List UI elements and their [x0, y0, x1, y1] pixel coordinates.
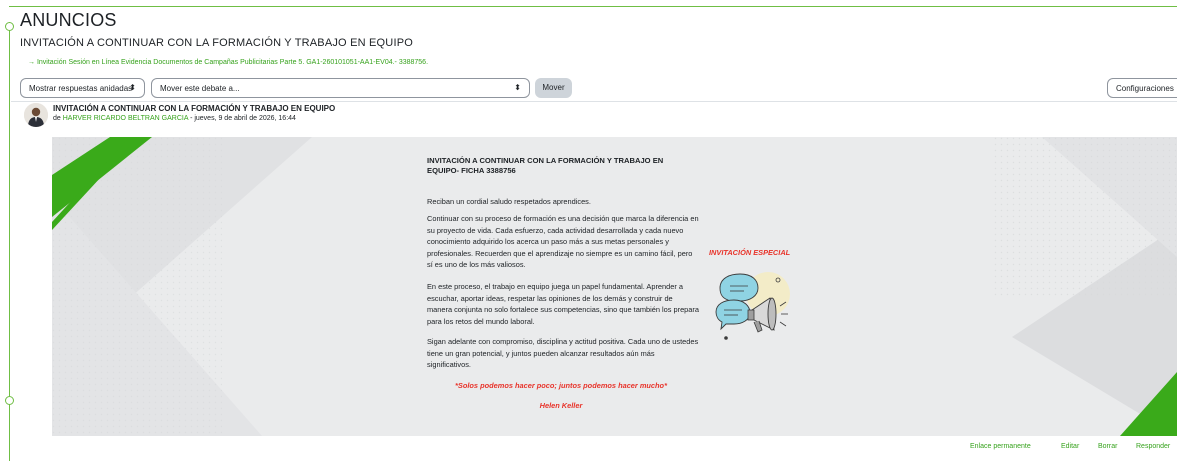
- special-invitation-label: INVITACIÓN ESPECIAL: [709, 248, 791, 257]
- discussion-title: INVITACIÓN A CONTINUAR CON LA FORMACIÓN …: [20, 37, 413, 49]
- move-discussion-select[interactable]: Mover este debate a... ⬍: [151, 78, 530, 98]
- quote-author: Helen Keller: [539, 401, 583, 410]
- tracking-dot-top: [5, 22, 14, 31]
- reply-link[interactable]: Responder: [1136, 443, 1170, 450]
- post-date: - jueves, 9 de abril de 2026, 16:44: [188, 115, 296, 122]
- delete-link[interactable]: Borrar: [1098, 443, 1117, 450]
- divider: [11, 101, 1177, 102]
- byline-prefix: de: [53, 115, 63, 122]
- display-mode-select[interactable]: Mostrar respuestas anidadas ⬍: [20, 78, 145, 98]
- select-caret-icon: ⬍: [129, 83, 136, 92]
- move-discussion-value: Mover este debate a...: [160, 84, 240, 93]
- banner-paragraph-3: Sigan adelante con compromiso, disciplin…: [427, 337, 699, 370]
- banner-paragraph-1: Continuar con su proceso de formación es…: [427, 214, 699, 270]
- tracking-line-top: [9, 6, 1177, 7]
- move-button[interactable]: Mover: [535, 78, 572, 98]
- parent-discussion-link[interactable]: → Invitación Sesión en Línea Evidencia D…: [28, 59, 428, 66]
- post-subject: INVITACIÓN A CONTINUAR CON LA FORMACIÓN …: [53, 104, 336, 113]
- megaphone-chat-icon: [715, 272, 790, 340]
- select-caret-icon: ⬍: [514, 83, 521, 92]
- post-byline: de HARVER RICARDO BELTRAN GARCIA - jueve…: [53, 115, 296, 122]
- banner-greeting: Reciban un cordial saludo respetados apr…: [427, 197, 591, 206]
- page-title: ANUNCIOS: [20, 10, 117, 30]
- banner-heading: INVITACIÓN A CONTINUAR CON LA FORMACIÓN …: [427, 156, 664, 175]
- avatar[interactable]: [24, 103, 48, 127]
- permalink-link[interactable]: Enlace permanente: [970, 443, 1031, 450]
- settings-dropdown[interactable]: Configuraciones ⌄: [1107, 78, 1177, 98]
- author-link[interactable]: HARVER RICARDO BELTRAN GARCIA: [63, 115, 188, 122]
- display-mode-value: Mostrar respuestas anidadas: [29, 84, 133, 93]
- settings-label: Configuraciones: [1116, 84, 1174, 93]
- banner-paragraph-2: En este proceso, el trabajo en equipo ju…: [427, 282, 699, 326]
- banner-quote: *Solos podemos hacer poco; juntos podemo…: [455, 381, 667, 390]
- edit-link[interactable]: Editar: [1061, 443, 1079, 450]
- tracking-dot-bottom: [5, 396, 14, 405]
